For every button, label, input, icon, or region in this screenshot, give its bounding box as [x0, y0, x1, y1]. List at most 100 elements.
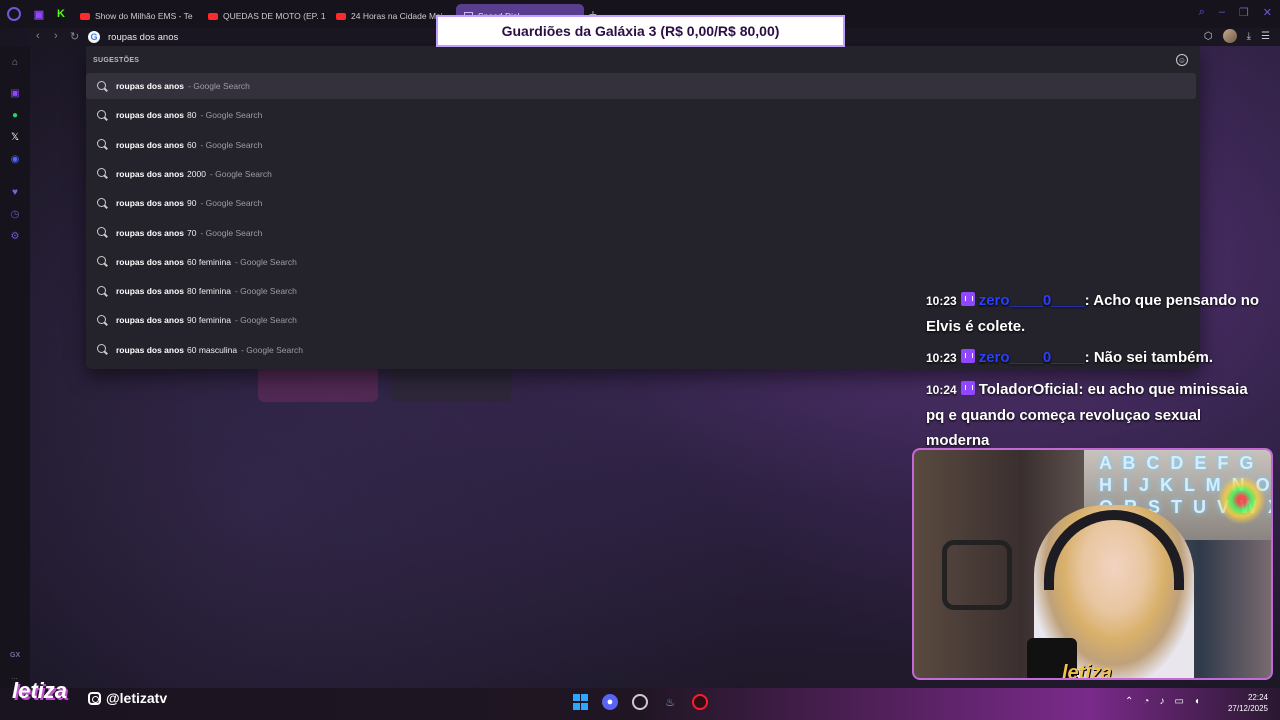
suggestion-item[interactable]: roupas dos anos 90- Google Search — [86, 190, 1196, 216]
opera-logo-icon — [7, 7, 21, 21]
tray-chevron-icon[interactable]: ⌃ — [1125, 696, 1133, 707]
extensions-icon[interactable]: ⬡ — [1204, 31, 1213, 42]
suggestion-item[interactable]: roupas dos anos 2000- Google Search — [86, 161, 1196, 187]
suggestion-item[interactable]: roupas dos anos 60 feminina - Google Searc… — [86, 249, 1196, 275]
suggestion-query: roupas dos anos — [116, 344, 185, 355]
clock[interactable]: 22:24 27/12/2025 — [1228, 692, 1268, 714]
goal-banner: Guardiões da Galáxia 3 (R$ 0,00/R$ 80,00… — [436, 15, 845, 47]
speed-dial-tile[interactable] — [258, 366, 378, 402]
speed-dial-tile[interactable] — [391, 366, 511, 402]
toolbar-right: ⬡ ⤓ ☰ — [1204, 29, 1270, 43]
x-icon[interactable]: 𝕏 — [9, 131, 21, 143]
chat-message: 10:24 ToladorOficial: eu acho que minissa… — [926, 377, 1266, 453]
suggestion-query: roupas dos anos — [116, 227, 185, 238]
suggestion-completion: 90 feminina — [187, 315, 231, 326]
suggestion-source: - Google Search — [234, 286, 297, 297]
chat-user: ToladorOficial — [978, 381, 1079, 398]
reload-button[interactable]: ↻ — [70, 30, 79, 43]
clock-date: 27/12/2025 — [1227, 704, 1268, 713]
history-icon[interactable]: ◷ — [9, 208, 21, 220]
chat-time: 10:23 — [926, 294, 957, 308]
system-tray: ⌃ ◔ ♪ ▭ ◖ — [1125, 696, 1200, 707]
suggestion-item[interactable]: roupas dos anos 60- Google Search — [86, 132, 1196, 158]
easy-setup-icon[interactable]: ☰ — [1261, 31, 1270, 42]
address-input[interactable]: roupas dos anos — [108, 32, 178, 43]
back-button[interactable]: ‹ — [36, 30, 40, 42]
suggestion-item[interactable]: roupas dos anos 70- Google Search — [86, 220, 1196, 246]
download-icon[interactable]: ⤓ — [1247, 31, 1251, 42]
obs-icon[interactable] — [632, 694, 648, 710]
opera-gx-icon[interactable] — [692, 694, 708, 710]
search-icon — [97, 197, 108, 209]
discord-icon[interactable]: ● — [602, 694, 618, 710]
volume-icon[interactable]: ◖ — [1194, 696, 1200, 707]
suggestion-source: - Google Search — [188, 81, 250, 91]
heart-icon[interactable]: ♥ — [9, 186, 21, 198]
search-icon — [97, 314, 108, 326]
instagram-icon — [88, 691, 101, 705]
chat-user: zero____0____ — [978, 292, 1085, 309]
close-button[interactable]: ✕ — [1263, 6, 1272, 19]
suggestion-query: roupas dos anos — [116, 315, 185, 326]
suggestion-source: - Google Search — [200, 227, 263, 238]
window-controls: ⌕ – ❐ ✕ — [1199, 6, 1272, 19]
emoji-icon[interactable]: ☺ — [1176, 54, 1188, 66]
aria-icon[interactable]: ⌂ — [9, 56, 21, 68]
suggestion-completion: 90 — [187, 198, 197, 209]
display-icon[interactable]: ▭ — [1174, 696, 1183, 707]
suggestion-source: - Google Search — [200, 139, 263, 150]
address-bar[interactable]: G roupas dos anos — [88, 28, 178, 46]
webcam-chair — [942, 540, 1012, 610]
search-icon — [97, 256, 108, 267]
discord-icon[interactable]: ◉ — [9, 153, 21, 165]
tab-quedas-de-moto[interactable]: QUEDAS DE MOTO (EP. 1 — [200, 4, 328, 28]
suggestion-completion: 60 feminina — [187, 256, 231, 267]
minimize-button[interactable]: – — [1219, 6, 1225, 19]
clock-time: 22:24 — [1247, 693, 1268, 702]
webcam-logo: letiza — [1062, 662, 1113, 680]
search-icon — [97, 168, 108, 179]
twitch-pinned-tab[interactable]: ▣ — [28, 0, 50, 28]
suggestion-query: roupas dos anos — [116, 81, 185, 91]
youtube-icon — [336, 12, 346, 20]
suggestion-query: roupas dos anos — [116, 110, 185, 121]
webcam-feed: A B C D E F G H I J K L M N O P Q R S T … — [912, 448, 1273, 680]
network-icon[interactable]: ◔ — [1143, 696, 1149, 707]
windows-start-icon[interactable] — [572, 694, 588, 710]
maximize-button[interactable]: ❐ — [1239, 6, 1249, 19]
search-icon — [97, 109, 108, 121]
suggestion-source: - Google Search — [234, 256, 297, 267]
suggestion-query: roupas dos anos — [116, 139, 185, 150]
steam-icon[interactable]: ♨ — [662, 694, 678, 710]
search-icon — [97, 285, 108, 297]
suggestion-completion: 70 — [187, 227, 197, 238]
tab-show-do-milhao[interactable]: Show do Milhão EMS - Te — [72, 4, 200, 28]
opera-menu-button[interactable] — [0, 0, 28, 28]
sidebar: ⌂ ▣ ● 𝕏 ◉ ♥ ◷ ⚙ GX ... — [0, 46, 30, 720]
suggestion-completion: 2000 — [187, 168, 206, 179]
search-icon — [97, 139, 108, 150]
stream-brand-logo: letiza — [12, 678, 68, 703]
instagram-handle: @letizatv — [88, 690, 167, 706]
suggestion-completion: 80 — [187, 110, 197, 121]
twitch-icon[interactable]: ▣ — [9, 87, 21, 99]
forward-button[interactable]: › — [54, 30, 58, 42]
suggestion-completion: 80 feminina — [187, 286, 231, 297]
tab-label: Show do Milhão EMS - Te — [95, 11, 193, 21]
suggestion-item[interactable]: roupas dos anos - Google Search — [86, 73, 1196, 99]
avatar[interactable] — [1222, 29, 1237, 43]
chat-text: Não sei também. — [1093, 349, 1214, 366]
mic-icon[interactable]: ♪ — [1159, 696, 1164, 707]
suggestion-source: - Google Search — [200, 110, 263, 121]
chat-user: zero____0____ — [978, 349, 1085, 366]
chat-text: Acho que pensando no Elvis é colete. — [926, 292, 1260, 335]
settings-icon[interactable]: ⚙ — [9, 230, 21, 242]
whatsapp-icon[interactable]: ● — [9, 109, 21, 121]
gx-label: GX — [10, 652, 21, 659]
search-tabs-icon[interactable]: ⌕ — [1199, 6, 1205, 19]
suggestion-query: roupas dos anos — [116, 286, 185, 297]
kick-pinned-tab[interactable]: K — [50, 0, 72, 28]
twitch-icon: ▣ — [33, 8, 45, 21]
chat-time: 10:24 — [926, 383, 957, 397]
suggestion-item[interactable]: roupas dos anos 80- Google Search — [86, 102, 1196, 128]
